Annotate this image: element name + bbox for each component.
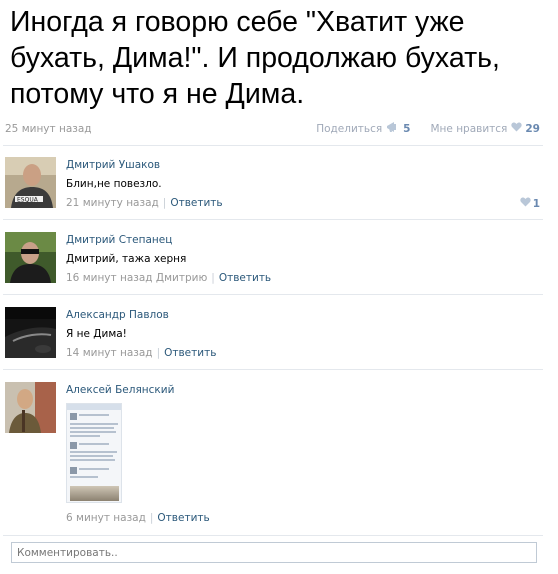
divider [3, 294, 543, 295]
comment-footer: 21 минуту назад | Ответить [66, 197, 223, 209]
like-button[interactable]: Мне нравится 29 [410, 122, 540, 135]
heart-icon [520, 197, 531, 210]
share-button[interactable]: Поделиться 5 [316, 121, 410, 136]
megaphone-icon [386, 121, 400, 136]
divider [3, 145, 543, 146]
avatar[interactable]: ESQUA [5, 157, 56, 208]
pipe-separator: | [156, 347, 161, 359]
avatar[interactable] [5, 307, 56, 358]
reply-link[interactable]: Ответить [164, 347, 216, 359]
comment-input[interactable] [12, 543, 536, 562]
like-label: Мне нравится [430, 122, 508, 135]
comment-input-box [11, 542, 537, 563]
comment-author[interactable]: Дмитрий Степанец [66, 234, 172, 246]
avatar[interactable] [5, 232, 56, 283]
svg-text:ESQUA: ESQUA [17, 197, 39, 204]
share-count: 5 [403, 122, 411, 135]
comment-author[interactable]: Дмитрий Ушаков [66, 159, 160, 171]
post-time: 25 минут назад [5, 123, 92, 135]
comment: Александр Павлов Я не Дима! 14 минут наз… [5, 307, 545, 367]
comment-like-count: 1 [532, 197, 540, 210]
comment: Алексей Белянский 6 минут назад | Ответить [5, 382, 545, 532]
divider [3, 535, 543, 536]
reply-link[interactable]: Ответить [219, 272, 271, 284]
comment-time[interactable]: 6 минут назад [66, 512, 146, 524]
attached-screenshot[interactable] [66, 403, 122, 503]
comment-time[interactable]: 16 минут назад Дмитрию [66, 272, 207, 284]
comment-footer: 14 минут назад | Ответить [66, 347, 216, 359]
like-count: 29 [525, 122, 540, 135]
comment: ESQUA Дмитрий Ушаков Блин,не повезло. 21… [5, 157, 545, 217]
divider [3, 219, 543, 220]
comment-text: Блин,не повезло. [66, 178, 162, 190]
pipe-separator: | [162, 197, 167, 209]
reply-link[interactable]: Ответить [157, 512, 209, 524]
post-actions: Поделиться 5 Мне нравится 29 [316, 121, 540, 136]
comment-time[interactable]: 21 минуту назад [66, 197, 159, 209]
comment: Дмитрий Степанец Дмитрий, тажа херня 16 … [5, 232, 545, 292]
comment-text: Я не Дима! [66, 328, 127, 340]
comment-like-button[interactable]: 1 [520, 197, 540, 210]
comment-text: Дмитрий, тажа херня [66, 253, 187, 265]
post-meta: 25 минут назад Поделиться 5 Мне нравится… [5, 121, 540, 137]
reply-link[interactable]: Ответить [170, 197, 222, 209]
avatar[interactable] [5, 382, 56, 433]
pipe-separator: | [211, 272, 215, 284]
comment-author[interactable]: Александр Павлов [66, 309, 169, 321]
pipe-separator: | [149, 512, 154, 524]
comment-time[interactable]: 14 минут назад [66, 347, 153, 359]
share-label: Поделиться [316, 122, 383, 135]
comment-author[interactable]: Алексей Белянский [66, 384, 174, 396]
comment-footer: 6 минут назад | Ответить [66, 512, 210, 524]
comment-footer: 16 минут назад Дмитрию | Ответить [66, 272, 271, 284]
heart-icon [511, 122, 523, 135]
divider [3, 369, 543, 370]
post-text: Иногда я говорю себе "Хватит уже бухать,… [10, 6, 500, 110]
